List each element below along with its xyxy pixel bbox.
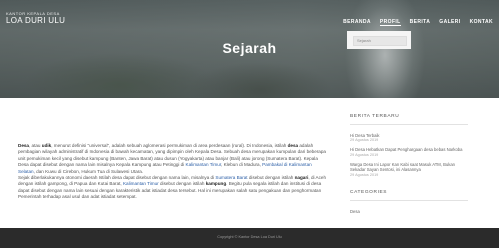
text-run: , menurut definisi "universal", adalah s…: [51, 143, 288, 148]
term-nagari: nagari: [294, 175, 309, 181]
text-run: , atau: [28, 143, 42, 148]
news-date: 29 Agustus 2019: [350, 138, 379, 143]
site-logo[interactable]: KANTOR KEPALA DESA LOA DURI ULU: [6, 11, 65, 25]
term-kampung: kampung: [205, 181, 227, 187]
recent-news-item[interactable]: Warga Desa Ini Lapor Kan Kabi saat Masuk…: [350, 162, 470, 178]
text-run: disebut dengan istilah: [158, 181, 206, 187]
copyright-text: Copyright © Kantor Desa Loa Duri Ulu: [217, 235, 282, 239]
term-desa: Desa: [18, 143, 29, 148]
article-paragraph-2: Sejak diberlakukannya otonomi daerah Ist…: [18, 175, 328, 201]
category-link-desa[interactable]: Desa: [350, 209, 470, 214]
page-title: Sejarah: [222, 40, 277, 56]
article-paragraph-1: Desa, atau udik, menurut definisi "unive…: [18, 143, 328, 175]
divider: [350, 124, 468, 125]
divider: [350, 199, 468, 201]
nav-item-beranda[interactable]: BERANDA: [343, 19, 371, 26]
recent-news-item[interactable]: Hi Desa Terbaik 29 Agustus 2019: [350, 133, 470, 143]
article-body: Desa, atau udik, menurut definisi "unive…: [18, 143, 328, 201]
term-udik: udik: [41, 143, 52, 148]
categories-heading: CATEGORIES: [350, 189, 388, 195]
text-run: , dan Kuwu di Cirebon, Hukum Tua di Sula…: [33, 168, 144, 174]
text-run: disebut dengan istilah: [247, 175, 295, 181]
nav-item-galeri[interactable]: GALERI: [439, 19, 460, 26]
text-run: Sejak diberlakukannya otonomi daerah Ist…: [18, 175, 216, 181]
news-title[interactable]: Warga Desa Ini Lapor Kan Kabi saat Masuk…: [350, 162, 470, 173]
link-sumatera-barat[interactable]: Sumatera Barat: [215, 175, 247, 180]
hero-banner: KANTOR KEPALA DESA LOA DURI ULU BERANDA …: [0, 0, 499, 98]
nav-item-kontak[interactable]: KONTAK: [470, 19, 493, 26]
link-kalimantan-timur[interactable]: Kalimantan Timur: [186, 162, 222, 167]
nav-item-berita[interactable]: BERITA: [410, 19, 431, 26]
nav-item-profil[interactable]: PROFIL: [379, 19, 401, 26]
term-desa-2: desa: [287, 143, 299, 148]
news-date: 29 Agustus 2019: [350, 172, 379, 177]
text-run: , Klebun di Madura,: [221, 162, 263, 168]
main-nav: BERANDA PROFIL BERITA GALERI KONTAK: [343, 19, 493, 26]
link-kalimantan-timur-2[interactable]: Kalimantan Timur: [123, 181, 159, 186]
recent-news-item[interactable]: Hi Desa Hebatkan Dapat Penghargaan desa …: [350, 147, 470, 157]
news-date: 29 Agustus 2019: [350, 152, 379, 157]
site-name: LOA DURI ULU: [6, 16, 66, 25]
sidebar: BERITA TERBARU Hi Desa Terbaik 29 Agustu…: [350, 114, 470, 214]
footer: Copyright © Kantor Desa Loa Duri Ulu: [0, 228, 499, 248]
recent-news-heading: BERITA TERBARU: [350, 114, 400, 119]
site-subtitle: KANTOR KEPALA DESA: [6, 11, 60, 16]
